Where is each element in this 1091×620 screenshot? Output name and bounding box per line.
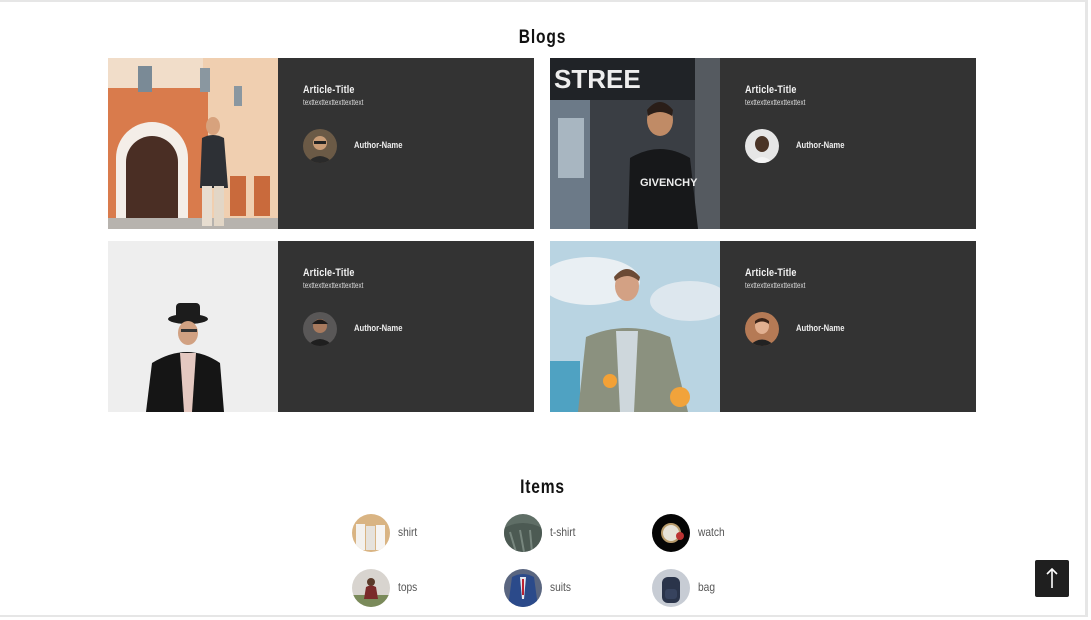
article-excerpt: texttexttexttexttexttext [745, 281, 806, 290]
author-name[interactable]: Author-Name [354, 323, 402, 333]
blog-card[interactable]: Article-Title texttexttexttexttexttext A… [108, 58, 534, 229]
article-title[interactable]: Article-Title [745, 267, 808, 279]
man-grey-suit-sky-photo [550, 241, 720, 412]
author-avatar-icon [303, 312, 337, 346]
author-name[interactable]: Author-Name [796, 323, 844, 333]
item-label[interactable]: suits [550, 580, 571, 594]
author-name[interactable]: Author-Name [354, 140, 402, 150]
bag-thumb-icon [652, 569, 690, 607]
author-avatar-icon [303, 129, 337, 163]
man-givenchy-sweater-street-photo: STREE GIVENCHY [550, 58, 720, 229]
author-avatar-icon [745, 129, 779, 163]
article-excerpt: texttexttexttexttexttext [745, 98, 806, 107]
author-info: Author-Name [303, 129, 503, 163]
svg-text:GIVENCHY: GIVENCHY [640, 177, 698, 189]
item-label[interactable]: tops [398, 580, 417, 594]
author-info: Author-Name [745, 129, 945, 163]
item-label[interactable]: watch [698, 525, 725, 539]
blogs-heading: Blogs [518, 27, 567, 48]
article-excerpt: texttexttexttexttexttext [303, 281, 364, 290]
article-excerpt: texttexttexttexttexttext [303, 98, 364, 107]
author-info: Author-Name [745, 312, 945, 346]
blog-card[interactable]: STREE GIVENCHY Article-Title texttexttex… [550, 58, 976, 229]
article-title[interactable]: Article-Title [745, 84, 808, 96]
shirt-thumb-icon [352, 514, 390, 552]
article-title[interactable]: Article-Title [303, 267, 366, 279]
man-hat-leather-jacket-photo [108, 241, 278, 412]
author-avatar-icon [745, 312, 779, 346]
tops-thumb-icon [352, 569, 390, 607]
blog-card[interactable]: Article-Title texttexttexttexttexttext A… [108, 241, 534, 412]
man-walking-orange-building-photo [108, 58, 278, 229]
blog-card[interactable]: Article-Title texttexttexttexttexttext A… [550, 241, 976, 412]
author-info: Author-Name [303, 312, 503, 346]
article-title[interactable]: Article-Title [303, 84, 366, 96]
items-heading: Items [520, 477, 565, 498]
scroll-to-top-button[interactable] [1035, 560, 1069, 597]
item-label[interactable]: t-shirt [550, 525, 576, 539]
suits-thumb-icon [504, 569, 542, 607]
item-label[interactable]: shirt [398, 525, 417, 539]
svg-text:STREE: STREE [554, 64, 641, 94]
watch-thumb-icon [652, 514, 690, 552]
author-name[interactable]: Author-Name [796, 140, 844, 150]
arrow-up-icon [1046, 568, 1058, 588]
tshirt-thumb-icon [504, 514, 542, 552]
item-label[interactable]: bag [698, 580, 715, 594]
